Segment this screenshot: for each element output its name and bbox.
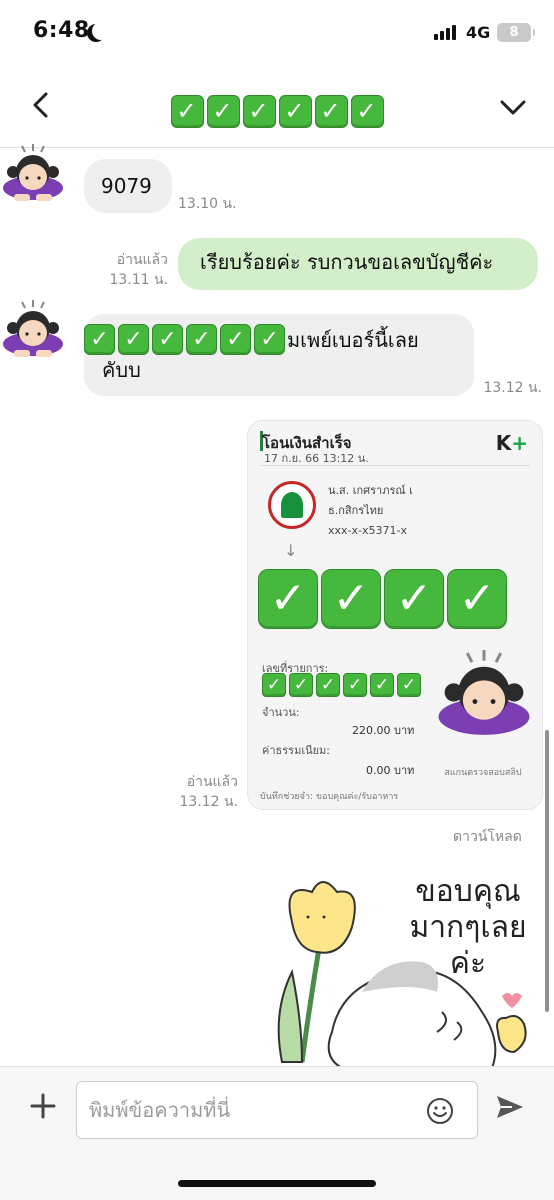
chevron-down-icon[interactable]: [498, 92, 528, 122]
ref-censor-emojis: ✓ ✓ ✓ ✓ ✓ ✓: [262, 673, 421, 697]
check-mark-emoji-icon: ✓: [254, 324, 285, 355]
check-mark-emoji-icon: ✓: [84, 324, 115, 355]
battery-icon: 8: [497, 23, 535, 42]
recipient-censor-emojis: ✓ ✓ ✓ ✓: [258, 569, 507, 629]
check-mark-emoji-icon: ✓: [350, 95, 384, 128]
contact-avatar[interactable]: [0, 298, 66, 364]
sender-bank: ธ.กสิกรไทย: [328, 504, 384, 517]
read-status: อ่านแล้ว: [116, 252, 168, 268]
check-mark-emoji-icon: ✓: [220, 324, 251, 355]
check-mark-emoji-icon: ✓: [370, 673, 394, 697]
contact-avatar[interactable]: [0, 142, 66, 208]
chat-title[interactable]: ✓ ✓ ✓ ✓ ✓ ✓: [0, 92, 554, 128]
kplus-logo: K+: [495, 431, 528, 455]
do-not-disturb-moon-icon: [92, 22, 110, 40]
smiley-icon[interactable]: [425, 1096, 455, 1126]
message-time: 13.12 น.: [483, 380, 542, 396]
check-mark-emoji-icon: ✓: [384, 569, 444, 629]
message-time: 13.10 น.: [178, 196, 237, 212]
check-mark-emoji-icon: ✓: [316, 673, 340, 697]
check-mark-emoji-icon: ✓: [186, 324, 217, 355]
download-link[interactable]: ดาวน์โหลด: [453, 826, 522, 848]
amount-value: 220.00 บาท: [352, 724, 415, 737]
fee-label: ค่าธรรมเนียม:: [262, 744, 330, 757]
check-mark-emoji-icon: ✓: [152, 324, 183, 355]
status-bar: 6:48 4G 8: [0, 0, 554, 70]
sender-account-number: xxx-x-x5371-x: [328, 524, 407, 537]
read-status: อ่านแล้ว: [186, 774, 238, 790]
check-mark-emoji-icon: ✓: [258, 569, 318, 629]
fee-value: 0.00 บาท: [366, 764, 415, 777]
qr-sticker-avatar: [438, 650, 530, 735]
scroll-indicator[interactable]: [545, 730, 549, 1012]
outgoing-message-bubble[interactable]: เรียบร้อยค่ะ รบกวนขอเลขบัญชีค่ะ: [178, 238, 538, 290]
transfer-slip-image[interactable]: โอนเงินสำเร็จ 17 ก.ย. 66 13:12 น. K+ น.ส…: [247, 420, 543, 810]
plus-icon[interactable]: [28, 1091, 58, 1121]
read-receipt: อ่านแล้ว 13.12 น.: [166, 772, 238, 812]
arrow-down-icon: ↓: [284, 541, 298, 560]
message-text: เรียบร้อยค่ะ รบกวนขอเลขบัญชีค่ะ: [200, 250, 494, 274]
message-input-box[interactable]: [76, 1081, 478, 1139]
check-mark-emoji-icon: ✓: [343, 673, 367, 697]
thank-you-sticker[interactable]: ขอบคุณ มากๆเลย ค่ะ: [262, 862, 554, 1068]
send-icon[interactable]: [494, 1091, 526, 1123]
check-mark-emoji-icon: ✓: [118, 324, 149, 355]
check-mark-emoji-icon: ✓: [289, 673, 313, 697]
incoming-message-bubble[interactable]: ✓ ✓ ✓ ✓ ✓ ✓ มเพย์เบอร์นี้เลย คับบ: [84, 314, 474, 396]
sender-account: น.ส. เกศราภรณ์ เ ธ.กสิกรไทย xxx-x-x5371-…: [328, 481, 413, 541]
message-text-line2: คับบ: [102, 358, 141, 382]
check-mark-emoji-icon: ✓: [321, 569, 381, 629]
status-time: 6:48: [33, 18, 90, 43]
check-emojis-inline: ✓ ✓ ✓ ✓ ✓ ✓: [84, 324, 285, 355]
network-type: 4G: [466, 23, 491, 42]
sticker-text: ขอบคุณ มากๆเลย ค่ะ: [409, 874, 527, 981]
message-time: 13.11 น.: [109, 272, 168, 288]
check-mark-emoji-icon: ✓: [242, 95, 276, 128]
message-text: มเพย์เบอร์นี้เลย: [287, 327, 419, 352]
message-input[interactable]: [89, 1092, 389, 1128]
message-text: 9079: [101, 174, 152, 198]
title-check-emojis: ✓ ✓ ✓ ✓ ✓ ✓: [170, 95, 384, 128]
read-receipt: อ่านแล้ว 13.11 น.: [96, 250, 168, 290]
check-mark-emoji-icon: ✓: [170, 95, 204, 128]
slip-memo: บันทึกช่วยจำ: ขอบคุณค่ะ/รับอาหาร: [260, 792, 399, 802]
message-time: 13.12 น.: [179, 794, 238, 810]
divider: [260, 465, 530, 466]
incoming-message-bubble[interactable]: 9079: [84, 159, 172, 213]
check-mark-emoji-icon: ✓: [262, 673, 286, 697]
check-mark-emoji-icon: ✓: [447, 569, 507, 629]
cellular-signal-icon: [434, 25, 456, 40]
check-mark-emoji-icon: ✓: [278, 95, 312, 128]
chat-header: ✓ ✓ ✓ ✓ ✓ ✓: [0, 70, 554, 148]
scan-verify-label: สแกนตรวจสอบสลิป: [444, 768, 522, 778]
check-mark-emoji-icon: ✓: [206, 95, 240, 128]
check-mark-emoji-icon: ✓: [314, 95, 348, 128]
sender-name: น.ส. เกศราภรณ์ เ: [328, 484, 413, 497]
amount-label: จำนวน:: [262, 706, 300, 719]
check-mark-emoji-icon: ✓: [397, 673, 421, 697]
home-indicator: [178, 1180, 376, 1187]
kbank-logo-icon: [268, 481, 316, 529]
